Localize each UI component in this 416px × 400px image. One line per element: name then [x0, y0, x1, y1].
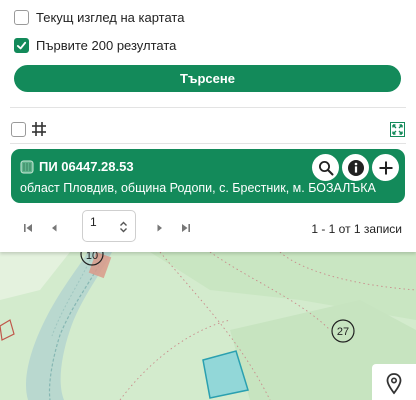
result-address: област Пловдив, община Родопи, с. Брестн…: [20, 181, 376, 195]
page-select[interactable]: 1: [82, 210, 136, 242]
first-200-checkbox[interactable]: [14, 38, 29, 53]
result-title: ПИ 06447.28.53: [39, 159, 134, 174]
last-page-icon: [182, 224, 190, 232]
info-icon: [347, 159, 364, 176]
first-page-button[interactable]: [20, 220, 36, 236]
search-icon: [318, 160, 333, 175]
result-card[interactable]: ПИ 06447.28.53 област Пловдив, община Ро…: [11, 149, 405, 203]
first-page-icon: [24, 224, 32, 232]
grid-icon[interactable]: [31, 121, 47, 137]
last-page-button[interactable]: [178, 220, 194, 236]
divider: [10, 143, 406, 144]
page-select-value: 1: [90, 215, 97, 229]
zoom-to-button[interactable]: [312, 154, 339, 181]
pagination: 1 1 - 1 от 1 записи: [0, 210, 416, 246]
current-view-option[interactable]: Текущ изглед на картата: [14, 10, 184, 25]
location-pin-icon: [386, 373, 402, 395]
fit-extent-icon[interactable]: [390, 122, 405, 137]
first-200-option[interactable]: Първите 200 резултата: [14, 38, 176, 53]
records-count: 1 - 1 от 1 записи: [311, 222, 402, 236]
my-location-button[interactable]: [372, 364, 416, 400]
first-200-label: Първите 200 резултата: [36, 38, 177, 53]
info-button[interactable]: [342, 154, 369, 181]
add-button[interactable]: [372, 154, 399, 181]
prev-page-button[interactable]: [46, 220, 62, 236]
divider: [10, 107, 406, 108]
select-all-checkbox[interactable]: [11, 122, 26, 137]
search-results-panel: Текущ изглед на картата Първите 200 резу…: [0, 0, 416, 252]
search-button[interactable]: Търсене: [14, 65, 401, 92]
plus-icon: [379, 161, 392, 174]
prev-page-icon: [52, 224, 57, 232]
map-label: 27: [337, 326, 349, 338]
current-view-checkbox[interactable]: [14, 10, 29, 25]
parcel-icon: [20, 160, 34, 174]
next-page-button[interactable]: [152, 220, 168, 236]
current-view-label: Текущ изглед на картата: [36, 10, 185, 25]
chevron-updown-icon: [120, 221, 127, 233]
next-page-icon: [157, 224, 162, 232]
checkmark-icon: [16, 41, 27, 50]
